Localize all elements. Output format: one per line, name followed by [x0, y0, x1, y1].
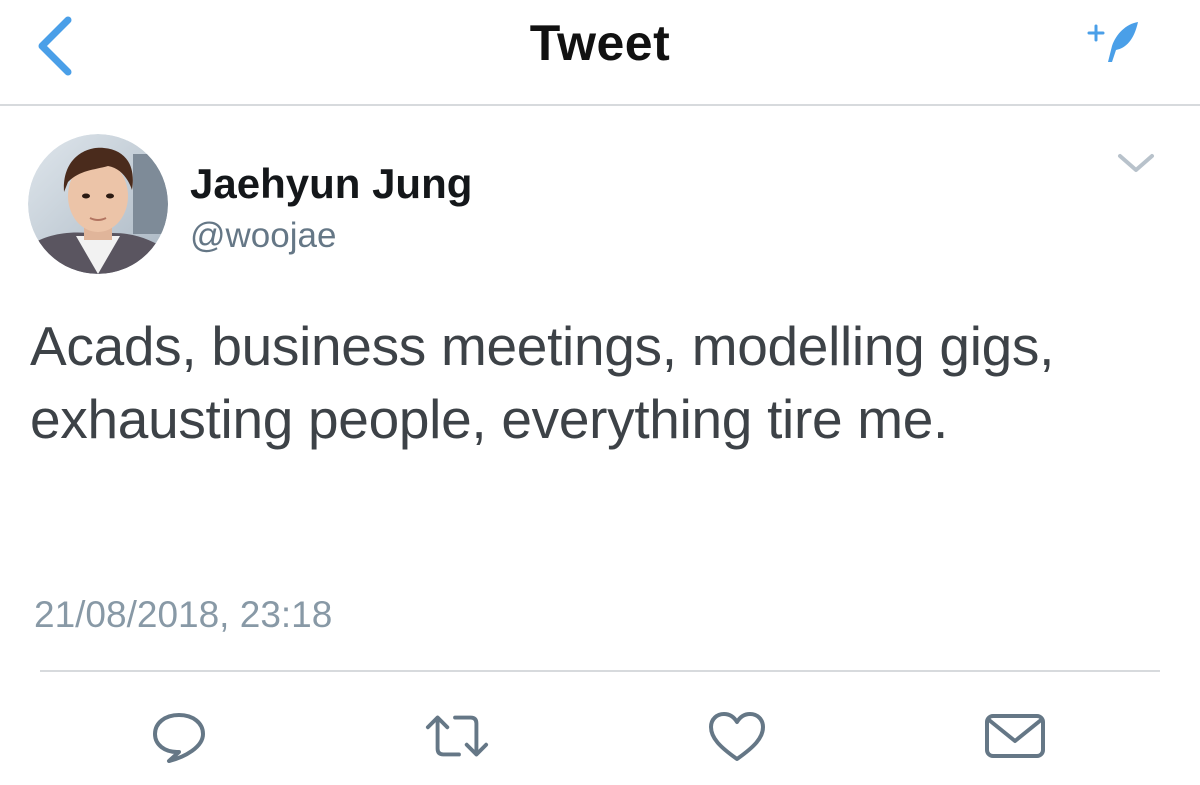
share-button[interactable]: [982, 706, 1048, 766]
divider: [40, 670, 1160, 672]
author-handle[interactable]: @woojae: [190, 216, 336, 256]
page-title: Tweet: [529, 15, 671, 71]
tweet-text: Acads, business meetings, modelling gigs…: [30, 315, 1055, 450]
like-button[interactable]: [704, 706, 770, 766]
retweet-icon: [425, 715, 489, 757]
envelope-icon: [985, 714, 1045, 758]
more-options-button[interactable]: [1114, 148, 1158, 178]
compose-feather-icon: [1087, 22, 1138, 62]
tweet-timestamp: 21/08/2018, 23:18: [34, 594, 333, 635]
chevron-down-icon: [1118, 154, 1154, 172]
tweet-detail-screen: Tweet Jaehyun Jung @woojae Acads, busine…: [0, 0, 1200, 785]
retweet-button[interactable]: [424, 706, 490, 766]
avatar-photo: [28, 134, 168, 274]
reply-icon: [153, 713, 205, 763]
compose-button[interactable]: [1086, 18, 1148, 66]
avatar[interactable]: [28, 134, 168, 274]
header-bar: Tweet: [0, 0, 1200, 106]
author-name[interactable]: Jaehyun Jung: [190, 160, 472, 208]
reply-button[interactable]: [146, 706, 212, 766]
heart-icon: [709, 712, 765, 761]
